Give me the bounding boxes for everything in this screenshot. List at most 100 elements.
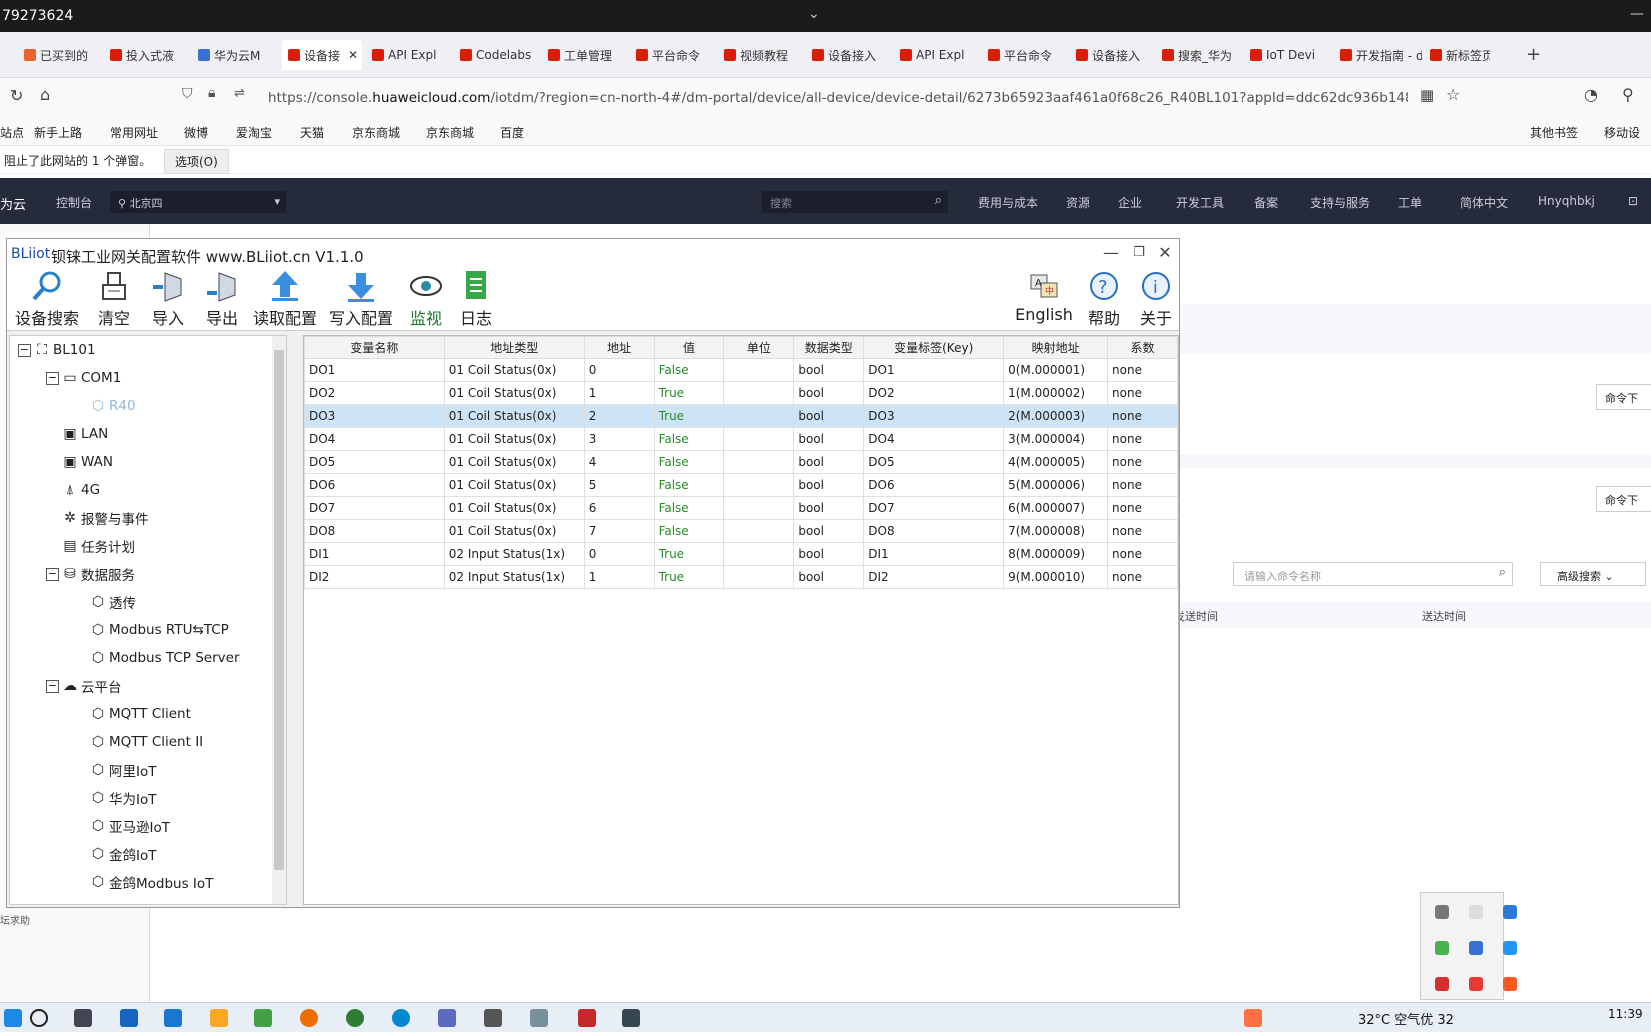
bookmark-item[interactable]: 其他书签 [1530,124,1578,141]
globe-tray-icon[interactable] [1503,941,1517,955]
tree-node[interactable]: − ⛁ 数据服务 [46,563,135,585]
display-tray-icon[interactable] [1469,941,1483,955]
wechat-icon[interactable] [254,1009,272,1027]
tree-node[interactable]: ⍋ 4G [62,479,100,501]
read-config-button[interactable]: 读取配置 [251,269,319,329]
english-button[interactable]: A 中 English [1013,269,1075,329]
bookmark-item[interactable]: 移动设 [1604,124,1640,141]
store-icon[interactable] [120,1009,138,1027]
column-header[interactable]: 单位 [723,336,795,359]
tab-4[interactable]: API Expl [372,40,444,70]
bookmark-item[interactable]: 京东商城 [352,124,400,141]
home-icon[interactable]: ⌂ [40,85,50,104]
new-tab-icon[interactable]: + [1526,44,1541,65]
column-header[interactable]: 变量标签(Key) [863,336,1005,359]
console-nav-item[interactable]: 费用与成本 [978,194,1038,211]
advanced-search-button[interactable]: 高级搜索 ⌄ [1540,562,1646,586]
bookmark-item[interactable]: 京东商城 [426,124,474,141]
tab-7[interactable]: 平台命令 [636,40,712,70]
weather-widget[interactable]: 32°C 空气优 32 [1358,1009,1454,1028]
tree-node[interactable]: ⬡ Modbus TCP Server [90,647,240,669]
tab-15[interactable]: 开发指南 - d [1340,40,1422,70]
lock-icon[interactable]: 🔒︎ [208,85,215,101]
table-row[interactable]: DO3 01 Coil Status(0x) 2 True bool DO3 2(M.000… [304,404,1178,428]
tree-node[interactable]: ⬡ 亚马逊IoT [90,815,170,837]
tab-16[interactable]: 新标签页 [1430,40,1490,70]
table-row[interactable]: DO2 01 Coil Status(0x) 1 True bool DO2 1(M.000… [304,381,1178,405]
tree-node[interactable]: ⬡ 华为IoT [90,787,157,809]
app-icon[interactable] [530,1009,548,1027]
console-logo[interactable]: 为云 [0,194,26,213]
console-search-input[interactable]: 搜索 ⌕ [762,191,948,213]
table-row[interactable]: DI2 02 Input Status(1x) 1 True bool DI2 9(M.00… [304,565,1178,589]
url-input[interactable]: https://console.huaweicloud.com/iotdm/?r… [268,84,1408,112]
column-header[interactable]: 映射地址 [1003,336,1109,359]
tab-14[interactable]: IoT Devi [1250,40,1330,70]
tab-1[interactable]: 投入式液 [110,40,186,70]
search-icon[interactable] [30,1009,48,1027]
network-tool-icon[interactable] [622,1009,640,1027]
command-button-2[interactable]: 命令下 [1596,486,1651,512]
app-minimize-icon[interactable]: — [1099,243,1123,262]
tool-icon[interactable] [484,1009,502,1027]
write-config-button[interactable]: 写入配置 [323,269,399,329]
table-row[interactable]: DO5 01 Coil Status(0x) 4 False bool DO5 4(M.00… [304,450,1178,474]
file-explorer-icon[interactable] [210,1009,228,1027]
clock[interactable]: 11:39 [1608,1007,1643,1021]
collapse-toggle-icon[interactable]: − [46,679,59,693]
tab-12[interactable]: 设备接入 [1076,40,1156,70]
column-header[interactable]: 数据类型 [793,336,865,359]
bookmark-item[interactable]: 站点 [0,124,24,141]
column-header[interactable]: 地址 [583,336,655,359]
browser-icon[interactable] [346,1009,364,1027]
mail-icon[interactable] [164,1009,182,1027]
tree-node[interactable]: − ⛶ BL101 [18,339,96,361]
tab-8[interactable]: 视频教程 [724,40,806,70]
extension-icon[interactable]: ◔ [1584,85,1598,104]
tree-node[interactable]: ⬡ 金鸽Modbus IoT [90,871,214,893]
column-header[interactable]: 系数 [1107,336,1178,359]
bliiot-icon[interactable] [438,1009,456,1027]
table-row[interactable]: DO4 01 Coil Status(0x) 3 False bool DO4 3(M.00… [304,427,1178,451]
command-button-1[interactable]: 命令下 [1596,384,1651,410]
table-row[interactable]: DI1 02 Input Status(1x) 0 True bool DI1 8(M.00… [304,542,1178,566]
region-select[interactable]: ⚲ 北京四 ▾ [110,191,286,213]
bookmark-item[interactable]: 天猫 [300,124,324,141]
tab-list-chevron-icon[interactable]: ⌄ [808,6,820,22]
bookmark-star-icon[interactable]: ☆ [1446,85,1460,104]
console-nav-item[interactable]: 工单 [1398,194,1422,211]
search-icon[interactable]: ⌕ [1499,565,1506,580]
app-close-icon[interactable]: ✕ [1153,243,1177,262]
device-search-button[interactable]: 设备搜索 [9,269,85,329]
tab-10[interactable]: API Expl [900,40,972,70]
tab-9[interactable]: 设备接入 [812,40,890,70]
font-tray-icon[interactable] [1503,905,1517,919]
log-button[interactable]: 日志 [453,269,499,329]
tree-node[interactable]: ⬡ MQTT Client [90,703,191,725]
usb-icon[interactable] [1435,905,1449,919]
column-header[interactable]: 地址类型 [443,336,585,359]
column-header[interactable]: 变量名称 [304,336,445,359]
office-tray-icon[interactable] [1503,977,1517,991]
bookmark-item[interactable]: 百度 [500,124,524,141]
about-button[interactable]: i 关于 [1131,269,1181,329]
firefox-icon[interactable] [300,1009,318,1027]
input-method-icon[interactable] [1244,1009,1262,1027]
console-nav-item[interactable]: 简体中文 [1460,194,1508,211]
minimize-icon[interactable]: — [1630,6,1644,22]
console-nav-item[interactable]: 开发工具 [1176,194,1224,211]
collapse-toggle-icon[interactable]: − [18,343,31,357]
search-icon[interactable]: ⌕ [935,193,942,208]
import-button[interactable]: 导入 [143,269,193,329]
tree-node[interactable]: ▣ LAN [62,423,108,445]
tree-scrollbar-thumb[interactable] [274,350,284,870]
tab-3[interactable]: 设备接 ✕ [282,40,362,70]
tree-node[interactable]: ⬡ 阿里IoT [90,759,157,781]
forum-help-link[interactable]: 坛求助 [0,912,30,927]
console-nav-item[interactable]: 资源 [1066,194,1090,211]
monitor-button[interactable]: 监视 [403,269,449,329]
tree-node[interactable]: ⬡ Modbus RTU⇆TCP [90,619,229,641]
collapse-toggle-icon[interactable]: − [46,567,59,581]
tab-6[interactable]: 工单管理 [548,40,628,70]
tree-node[interactable]: ⬡ R40 [90,395,136,417]
